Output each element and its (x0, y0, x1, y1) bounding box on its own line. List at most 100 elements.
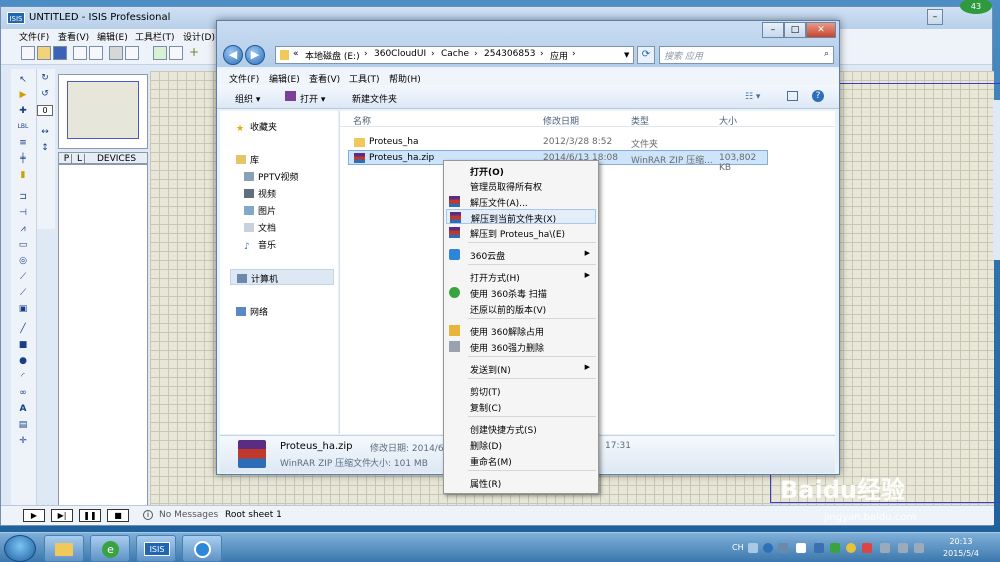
isis-menu-design[interactable]: 设计(D) (183, 30, 215, 43)
preview-pane-icon[interactable] (787, 91, 798, 101)
nav-music[interactable]: ♪ 音乐 (244, 238, 276, 252)
origin-icon[interactable]: + (189, 46, 203, 60)
taskbar-ie[interactable]: e (90, 535, 130, 562)
generator-icon[interactable]: ◎ (17, 256, 29, 266)
isis-menu-edit[interactable]: 编辑(E) (97, 30, 128, 43)
menu-open[interactable]: 打开(O) (446, 163, 596, 178)
isis-menu-file[interactable]: 文件(F) (19, 30, 49, 43)
maximize-button[interactable]: □ (784, 22, 806, 38)
rotation-angle-input[interactable]: 0 (37, 105, 53, 116)
organize-button[interactable]: 组织 ▾ (235, 92, 260, 105)
symbol-icon[interactable]: ▤ (17, 420, 29, 430)
ime-icon[interactable] (778, 543, 788, 553)
subcircuit-icon[interactable]: ▮ (17, 170, 29, 180)
circle-icon[interactable]: ● (17, 356, 29, 366)
isis-minimize-button[interactable]: – (927, 9, 943, 25)
input-language[interactable]: CH (732, 543, 744, 552)
start-button[interactable] (4, 535, 36, 562)
export-icon[interactable] (89, 46, 103, 60)
graph-icon[interactable]: ⩘ (17, 224, 29, 234)
breadcrumb-separator[interactable]: › (364, 49, 368, 59)
menu-open-with[interactable]: 打开方式(H) ▶ (446, 269, 596, 284)
help-tray-icon[interactable] (763, 543, 773, 553)
menu-copy[interactable]: 复制(C) (446, 399, 596, 414)
search-input[interactable]: 搜索 应用 ⌕ (659, 46, 834, 64)
nav-libraries[interactable]: 库 (236, 153, 259, 166)
virtual-instrument-icon[interactable]: ▣ (17, 304, 29, 314)
voltage-probe-icon[interactable]: ⟋ (17, 272, 29, 282)
menu-properties[interactable]: 属性(R) (446, 475, 596, 490)
print-icon[interactable] (109, 46, 123, 60)
marker-icon[interactable]: ✛ (17, 436, 29, 446)
minimize-button[interactable]: – (762, 22, 784, 38)
new-file-icon[interactable] (21, 46, 35, 60)
menu-rename[interactable]: 重命名(M) (446, 453, 596, 468)
view-options-icon[interactable]: ☷ ▾ (745, 92, 760, 102)
open-button[interactable]: 打开 ▾ (300, 92, 325, 105)
mirror-vertical-icon[interactable]: ↕ (39, 143, 51, 153)
box-icon[interactable]: ■ (17, 340, 29, 350)
menu-delete[interactable]: 删除(D) (446, 437, 596, 452)
isis-menu-view[interactable]: 查看(V) (58, 30, 89, 43)
breadcrumb-apps[interactable]: 应用 (550, 49, 568, 62)
mirror-horizontal-icon[interactable]: ↔ (39, 127, 51, 137)
play-button[interactable]: ▶ (23, 509, 45, 522)
stop-button[interactable]: ■ (107, 509, 129, 522)
menu-view[interactable]: 查看(V) (309, 72, 340, 85)
terminal-icon[interactable]: ⊐ (17, 192, 29, 202)
network-tray-icon[interactable] (880, 543, 890, 553)
path-icon[interactable]: ∞ (17, 388, 29, 398)
volume-icon[interactable] (898, 543, 908, 553)
device-list[interactable] (58, 164, 148, 507)
text-icon[interactable]: A (17, 404, 29, 414)
nav-network[interactable]: 网络 (236, 305, 268, 318)
menu-file[interactable]: 文件(F) (229, 72, 259, 85)
nav-videos[interactable]: 视频 (244, 187, 276, 200)
help-icon[interactable]: ? (812, 90, 824, 102)
open-folder-icon[interactable] (37, 46, 51, 60)
breadcrumb-360cloudui[interactable]: 360CloudUI (374, 49, 426, 59)
column-name[interactable]: 名称 (353, 114, 371, 127)
flag-icon[interactable] (796, 543, 806, 553)
junction-dot-icon[interactable]: ✚ (17, 106, 29, 116)
menu-360-cloud[interactable]: 360云盘 ▶ (446, 247, 596, 262)
refresh-button[interactable]: ⟳ (637, 46, 655, 64)
bus-icon[interactable]: ╪ (17, 154, 29, 164)
keyboard-icon[interactable] (748, 543, 758, 553)
taskbar-360-cloud[interactable] (182, 535, 222, 562)
column-date[interactable]: 修改日期 (543, 114, 579, 127)
breadcrumb-separator[interactable]: › (540, 49, 544, 59)
refresh-icon[interactable] (153, 46, 167, 60)
nav-computer[interactable]: 计算机 (230, 269, 334, 285)
device-pin-icon[interactable]: ⊣ (17, 208, 29, 218)
nav-pptv[interactable]: PPTV视频 (244, 170, 299, 183)
menu-360-unlock[interactable]: 使用 360解除占用 (446, 323, 596, 338)
overview-window[interactable] (58, 74, 148, 149)
menu-take-ownership[interactable]: 管理员取得所有权 (446, 178, 596, 193)
selection-mode-icon[interactable]: ↖ (17, 75, 29, 85)
print-area-icon[interactable] (125, 46, 139, 60)
breadcrumb-cache[interactable]: Cache (441, 49, 469, 59)
file-row[interactable]: Proteus_ha 2012/3/28 8:52 文件夹 (348, 135, 768, 150)
nav-pictures[interactable]: 图片 (244, 204, 276, 217)
tape-recorder-icon[interactable]: ▭ (17, 240, 29, 250)
address-bar[interactable]: « 本地磁盘 (E:) › 360CloudUI › Cache › 25430… (275, 46, 634, 64)
menu-extract-files[interactable]: 解压文件(A)... (446, 194, 596, 209)
pick-devices-button[interactable]: P (62, 154, 72, 164)
menu-360-force-delete[interactable]: 使用 360强力删除 (446, 339, 596, 354)
nav-favorites[interactable]: ★ 收藏夹 (236, 120, 277, 134)
grid-toggle-icon[interactable] (169, 46, 183, 60)
monitor-tray-icon[interactable] (914, 543, 924, 553)
taskbar-explorer[interactable] (44, 535, 84, 562)
back-button[interactable]: ◀ (223, 45, 243, 65)
current-probe-icon[interactable]: ⟋ (17, 288, 29, 298)
menu-edit[interactable]: 编辑(E) (269, 72, 300, 85)
nav-documents[interactable]: 文档 (244, 221, 276, 234)
pause-button[interactable]: ❚❚ (79, 509, 101, 522)
column-size[interactable]: 大小 (719, 114, 737, 127)
forward-button[interactable]: ▶ (245, 45, 265, 65)
save-icon[interactable] (53, 46, 67, 60)
breadcrumb-separator[interactable]: › (572, 49, 576, 59)
360-tray-icon[interactable] (830, 543, 840, 553)
breadcrumb-separator[interactable]: › (474, 49, 478, 59)
